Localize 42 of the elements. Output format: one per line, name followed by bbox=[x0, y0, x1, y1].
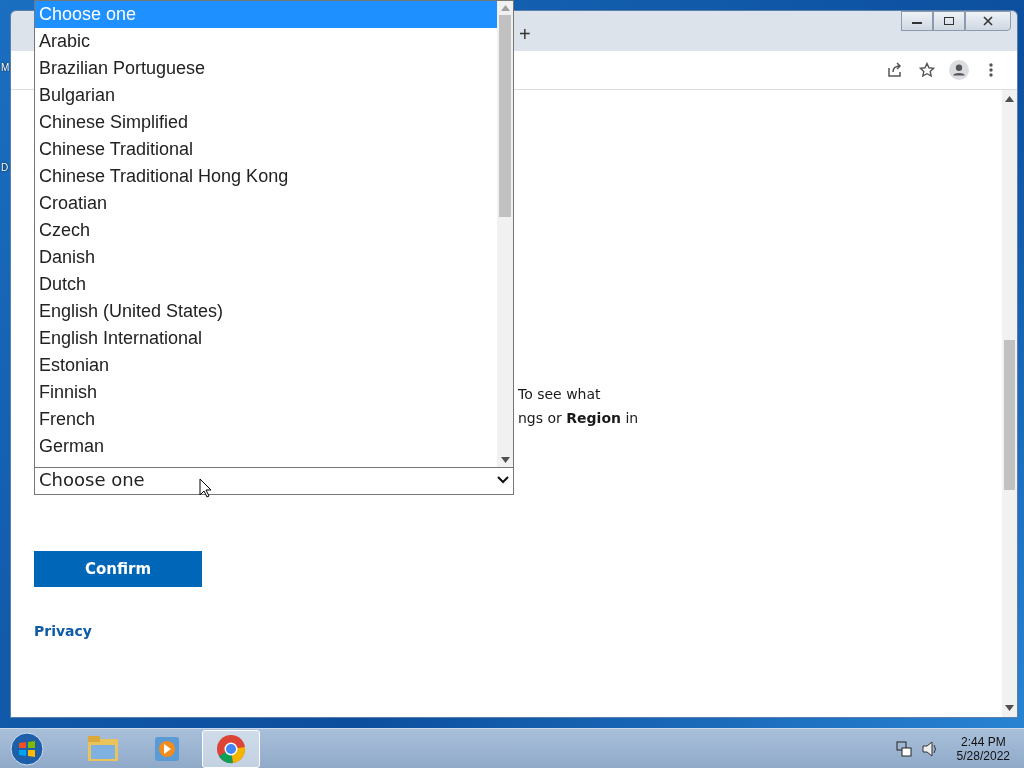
desktop-icon-label[interactable]: D bbox=[1, 162, 9, 173]
minimize-button[interactable] bbox=[901, 11, 933, 31]
dropdown-option[interactable]: Chinese Traditional Hong Kong bbox=[35, 163, 497, 190]
dropdown-option[interactable]: French bbox=[35, 406, 497, 433]
dropdown-option[interactable]: Bulgarian bbox=[35, 82, 497, 109]
start-button[interactable] bbox=[10, 732, 44, 766]
privacy-link[interactable]: Privacy bbox=[34, 623, 92, 639]
maximize-icon bbox=[943, 16, 955, 26]
star-icon[interactable] bbox=[917, 60, 937, 80]
scroll-up-icon[interactable] bbox=[1005, 96, 1014, 102]
close-button[interactable] bbox=[965, 11, 1011, 31]
desktop-icon-label[interactable]: M bbox=[1, 62, 10, 73]
dropdown-option[interactable]: Czech bbox=[35, 217, 497, 244]
dropdown-option[interactable]: English (United States) bbox=[35, 298, 497, 325]
dropdown-option[interactable]: Dutch bbox=[35, 271, 497, 298]
paragraph-text: To see what bbox=[518, 385, 601, 404]
profile-icon[interactable] bbox=[949, 60, 969, 80]
speaker-icon[interactable] bbox=[920, 740, 939, 758]
chrome-icon[interactable] bbox=[202, 730, 260, 768]
dropdown-option[interactable]: English International bbox=[35, 325, 497, 352]
dropdown-option[interactable]: German bbox=[35, 433, 497, 460]
paragraph-text: ngs or Region in bbox=[518, 409, 639, 428]
scrollbar-thumb[interactable] bbox=[1004, 340, 1015, 490]
network-icon[interactable] bbox=[894, 740, 913, 758]
scrollbar[interactable] bbox=[1002, 90, 1017, 717]
mouse-pointer-icon bbox=[199, 478, 213, 498]
dropdown-option[interactable]: Arabic bbox=[35, 28, 497, 55]
dropdown-option[interactable]: Chinese Traditional bbox=[35, 136, 497, 163]
scroll-down-icon[interactable] bbox=[1005, 705, 1014, 711]
dropdown-option[interactable]: Danish bbox=[35, 244, 497, 271]
close-icon bbox=[982, 16, 994, 26]
dropdown-option[interactable]: Estonian bbox=[35, 352, 497, 379]
dropdown-option[interactable]: Chinese Simplified bbox=[35, 109, 497, 136]
new-tab-button[interactable]: + bbox=[515, 23, 535, 46]
chevron-down-icon bbox=[497, 475, 509, 484]
confirm-button[interactable]: Confirm bbox=[34, 551, 202, 587]
scrollbar-thumb[interactable] bbox=[499, 15, 511, 217]
dropdown-option[interactable]: Finnish bbox=[35, 379, 497, 406]
dropdown-option[interactable]: Croatian bbox=[35, 190, 497, 217]
clock[interactable]: 2:44 PM 5/28/2022 bbox=[956, 735, 1010, 763]
maximize-button[interactable] bbox=[933, 11, 965, 31]
scrollbar[interactable] bbox=[497, 1, 513, 467]
